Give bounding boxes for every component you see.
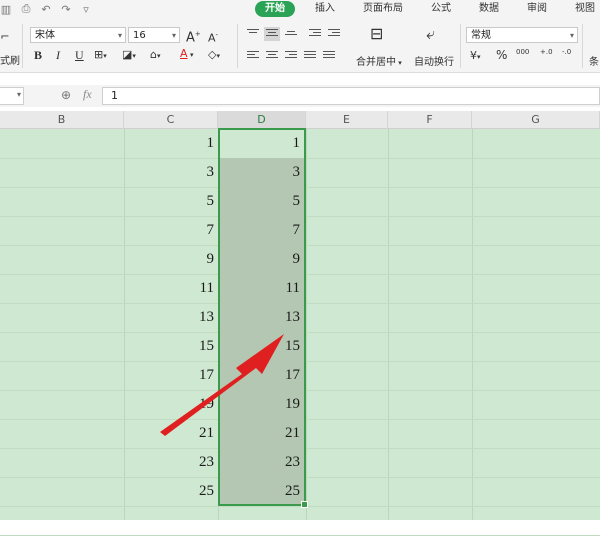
annotation-arrow xyxy=(160,334,284,436)
arrow-icon xyxy=(160,334,284,436)
